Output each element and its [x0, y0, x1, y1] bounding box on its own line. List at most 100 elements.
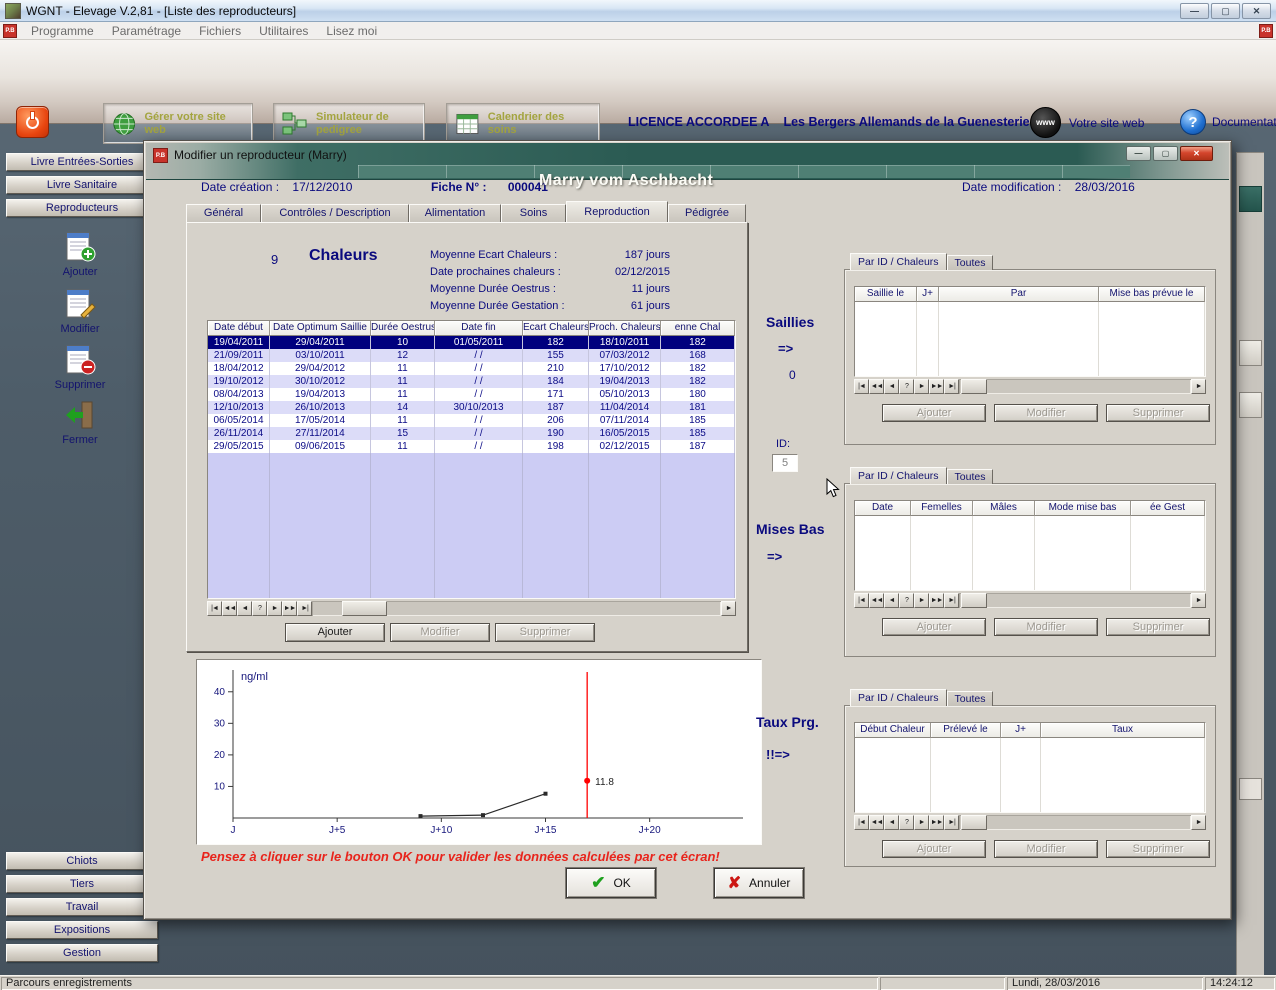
- button-ajouter[interactable]: Ajouter: [882, 618, 986, 636]
- sidebar-action-supprimer[interactable]: Supprimer: [46, 343, 114, 391]
- sidebar-button-reproducteurs[interactable]: Reproducteurs: [6, 199, 158, 217]
- menu-item-lisez-moi[interactable]: Lisez moi: [317, 22, 386, 40]
- dialog-maximize-button[interactable]: [1153, 146, 1178, 161]
- table-row[interactable]: 06/05/201417/05/201411/ /20607/11/201418…: [208, 414, 735, 427]
- tab-par-id-chaleurs[interactable]: Par ID / Chaleurs: [850, 689, 947, 706]
- tab-toutes[interactable]: Toutes: [947, 255, 994, 270]
- button-modifier[interactable]: Modifier: [994, 840, 1098, 858]
- record-nav-button[interactable]: ►|: [297, 601, 312, 616]
- scroll-right-button[interactable]: ►: [1191, 593, 1206, 608]
- button-supprimer[interactable]: Supprimer: [1106, 618, 1210, 636]
- column-header-d-but-chaleur[interactable]: Début Chaleur: [855, 723, 931, 738]
- button-ajouter[interactable]: Ajouter: [882, 840, 986, 858]
- record-nav-button[interactable]: |◄: [207, 601, 222, 616]
- horizontal-scrollbar[interactable]: [959, 815, 1191, 830]
- record-nav-button[interactable]: ◄: [884, 815, 899, 830]
- tab-p-digr-e[interactable]: Pédigrée: [668, 204, 746, 222]
- column-header-j[interactable]: J+: [917, 287, 939, 302]
- record-nav-button[interactable]: ►►: [929, 593, 944, 608]
- record-nav-button[interactable]: ►: [914, 379, 929, 394]
- table-row[interactable]: 19/10/201230/10/201211/ /18419/04/201318…: [208, 375, 735, 388]
- record-nav-button[interactable]: ◄◄: [869, 593, 884, 608]
- record-nav-button[interactable]: |◄: [854, 593, 869, 608]
- column-header-par[interactable]: Par: [939, 287, 1099, 302]
- scrollbar-thumb[interactable]: [961, 815, 987, 830]
- record-nav-button[interactable]: ◄◄: [222, 601, 237, 616]
- close-button[interactable]: [1242, 3, 1271, 19]
- record-nav-button[interactable]: ►►: [929, 815, 944, 830]
- table-row[interactable]: 29/05/201509/06/201511/ /19802/12/201518…: [208, 440, 735, 453]
- record-nav-button[interactable]: ◄: [237, 601, 252, 616]
- record-nav-button[interactable]: ?: [899, 379, 914, 394]
- care-calendar-button[interactable]: Calendrier des soins: [446, 103, 600, 144]
- table-row[interactable]: 08/04/201319/04/201311/ /17105/10/201318…: [208, 388, 735, 401]
- table-row[interactable]: 19/04/201129/04/20111001/05/201118218/10…: [208, 336, 735, 349]
- tab-alimentation[interactable]: Alimentation: [409, 204, 501, 222]
- record-nav-button[interactable]: ►: [914, 593, 929, 608]
- record-nav-button[interactable]: ◄: [884, 379, 899, 394]
- column-header-date[interactable]: Date: [855, 501, 911, 516]
- scrollbar-thumb[interactable]: [342, 601, 387, 616]
- column-header-enne-chal[interactable]: enne Chal: [661, 321, 735, 336]
- pedigree-simulator-button[interactable]: Simulateur de pedigree: [273, 103, 425, 144]
- table-row[interactable]: 26/11/201427/11/201415/ /19016/05/201518…: [208, 427, 735, 440]
- minimize-button[interactable]: [1180, 3, 1209, 19]
- sidebar-action-ajouter[interactable]: Ajouter: [46, 230, 114, 278]
- column-header-proch-chaleurs[interactable]: Proch. Chaleurs: [589, 321, 661, 336]
- record-nav-button[interactable]: ►|: [944, 815, 959, 830]
- sidebar-action-modifier[interactable]: Modifier: [46, 287, 114, 335]
- record-nav-button[interactable]: ►|: [944, 593, 959, 608]
- column-header-saillie-le[interactable]: Saillie le: [855, 287, 917, 302]
- ok-button[interactable]: OK: [566, 868, 656, 898]
- button-supprimer[interactable]: Supprimer: [495, 623, 595, 642]
- column-header-taux[interactable]: Taux: [1041, 723, 1205, 738]
- record-nav-button[interactable]: ►: [914, 815, 929, 830]
- table-row[interactable]: 12/10/201326/10/20131430/10/201318711/04…: [208, 401, 735, 414]
- dialog-minimize-button[interactable]: [1126, 146, 1151, 161]
- scrollbar-thumb[interactable]: [961, 593, 987, 608]
- button-supprimer[interactable]: Supprimer: [1106, 840, 1210, 858]
- record-nav-button[interactable]: ►►: [282, 601, 297, 616]
- tab-contr-les-description[interactable]: Contrôles / Description: [261, 204, 409, 222]
- column-header-ecart-chaleurs[interactable]: Ecart Chaleurs: [523, 321, 589, 336]
- sidebar-button-gestion[interactable]: Gestion: [6, 944, 158, 962]
- record-nav-button[interactable]: |◄: [854, 815, 869, 830]
- button-modifier[interactable]: Modifier: [994, 404, 1098, 422]
- record-nav-button[interactable]: ?: [899, 815, 914, 830]
- button-ajouter[interactable]: Ajouter: [882, 404, 986, 422]
- menu-item-utilitaires[interactable]: Utilitaires: [250, 22, 317, 40]
- button-modifier[interactable]: Modifier: [994, 618, 1098, 636]
- column-header-mise-bas-pr-vue-le[interactable]: Mise bas prévue le: [1099, 287, 1205, 302]
- record-nav-button[interactable]: ◄◄: [869, 815, 884, 830]
- sidebar-button-chiots[interactable]: Chiots: [6, 852, 158, 870]
- column-header-j[interactable]: J+: [1001, 723, 1041, 738]
- sidebar-button-livre-entr-es-sorties[interactable]: Livre Entrées-Sorties: [6, 153, 158, 171]
- scroll-right-button[interactable]: ►: [1191, 815, 1206, 830]
- scrollbar-thumb[interactable]: [961, 379, 987, 394]
- column-header-femelles[interactable]: Femelles: [911, 501, 973, 516]
- tab-toutes[interactable]: Toutes: [947, 469, 994, 484]
- column-header-pr-lev-le[interactable]: Prélevé le: [931, 723, 1001, 738]
- horizontal-scrollbar[interactable]: [959, 593, 1191, 608]
- sidebar-button-livre-sanitaire[interactable]: Livre Sanitaire: [6, 176, 158, 194]
- window-titlebar[interactable]: WGNT - Elevage V.2,81 - [Liste des repro…: [0, 0, 1276, 22]
- documentation-button[interactable]: Documentation: [1180, 109, 1276, 135]
- table-row[interactable]: 18/04/201229/04/201211/ /21017/10/201218…: [208, 362, 735, 375]
- horizontal-scrollbar[interactable]: [312, 601, 721, 616]
- horizontal-scrollbar[interactable]: [959, 379, 1191, 394]
- menu-item-fichiers[interactable]: Fichiers: [190, 22, 250, 40]
- tab-reproduction[interactable]: Reproduction: [566, 201, 668, 222]
- record-nav-button[interactable]: ?: [899, 593, 914, 608]
- record-nav-button[interactable]: ◄◄: [869, 379, 884, 394]
- column-header-m-les[interactable]: Mâles: [973, 501, 1035, 516]
- maximize-button[interactable]: [1211, 3, 1240, 19]
- id-field[interactable]: 5: [772, 454, 798, 472]
- sidebar-button-travail[interactable]: Travail: [6, 898, 158, 916]
- record-nav-button[interactable]: ►|: [944, 379, 959, 394]
- tab-par-id-chaleurs[interactable]: Par ID / Chaleurs: [850, 467, 947, 484]
- record-nav-button[interactable]: ►: [267, 601, 282, 616]
- button-ajouter[interactable]: Ajouter: [285, 623, 385, 642]
- tab-par-id-chaleurs[interactable]: Par ID / Chaleurs: [850, 253, 947, 270]
- column-header-e-gest[interactable]: ée Gest: [1131, 501, 1205, 516]
- sidebar-button-expositions[interactable]: Expositions: [6, 921, 158, 939]
